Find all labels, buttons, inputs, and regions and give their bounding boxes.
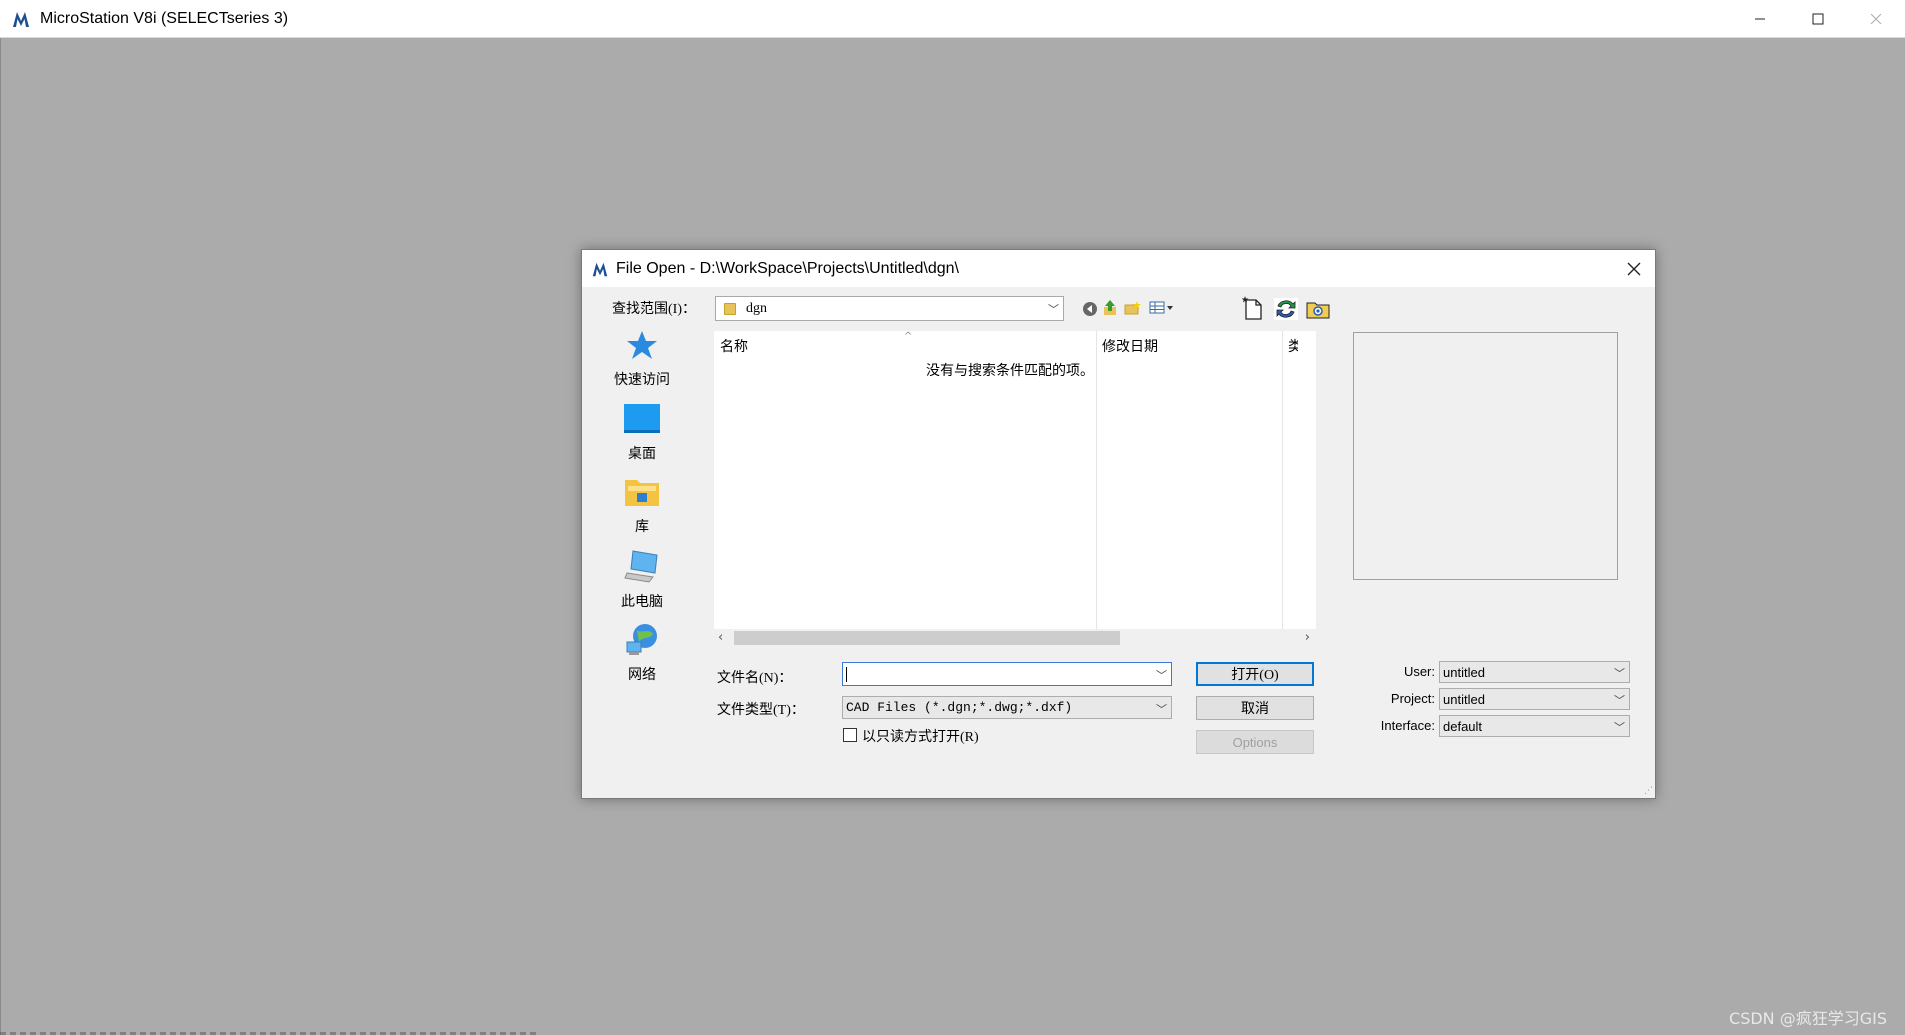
user-dropdown[interactable]: untitled ﹀ bbox=[1439, 661, 1630, 683]
back-arrow-icon bbox=[1083, 302, 1097, 316]
computer-icon bbox=[624, 550, 658, 583]
filetype-label: 文件类型(T)： bbox=[717, 703, 805, 718]
horizontal-scrollbar[interactable]: ‹ › bbox=[714, 629, 1316, 647]
column-header-type[interactable]: 类 bbox=[1288, 336, 1298, 356]
empty-list-message: 没有与搜索条件匹配的项。 bbox=[926, 363, 1094, 379]
project-dropdown[interactable]: untitled ﹀ bbox=[1439, 688, 1630, 710]
view-menu-button[interactable] bbox=[1149, 301, 1177, 315]
place-label: 库 bbox=[635, 519, 649, 535]
lookin-value: dgn bbox=[746, 300, 767, 316]
file-list[interactable]: ^ 名称 修改日期 类 没有与搜索条件匹配的项。 ‹ › bbox=[714, 331, 1316, 647]
back-button[interactable] bbox=[1082, 301, 1098, 317]
app-titlebar: MicroStation V8i (SELECTseries 3) bbox=[0, 0, 1905, 38]
new-file-icon bbox=[1242, 296, 1262, 320]
close-window-button[interactable] bbox=[1847, 0, 1905, 38]
column-header-name[interactable]: 名称 bbox=[720, 336, 748, 356]
dialog-title: File Open - D:\WorkSpace\Projects\Untitl… bbox=[616, 259, 959, 277]
readonly-checkbox[interactable] bbox=[843, 728, 857, 742]
close-icon bbox=[1627, 262, 1641, 275]
chevron-down-icon: ﹀ bbox=[1614, 668, 1625, 680]
place-network[interactable]: 网络 bbox=[592, 622, 692, 684]
open-button[interactable]: 打开(O) bbox=[1196, 662, 1314, 686]
place-this-pc[interactable]: 此电脑 bbox=[592, 549, 692, 611]
view-menu-icon bbox=[1149, 301, 1173, 314]
chevron-down-icon: ﹀ bbox=[1048, 303, 1059, 316]
filename-label: 文件名(N)： bbox=[717, 671, 793, 686]
chevron-down-icon: ﹀ bbox=[1156, 703, 1167, 716]
resize-grip-icon[interactable]: ⋰ bbox=[1644, 786, 1653, 796]
user-label: User: bbox=[1403, 664, 1435, 679]
app-title: MicroStation V8i (SELECTseries 3) bbox=[40, 9, 289, 27]
maximize-button[interactable] bbox=[1789, 0, 1847, 38]
project-value: untitled bbox=[1443, 691, 1485, 707]
filetype-value: CAD Files (*.dgn;*.dwg;*.dxf) bbox=[846, 700, 1073, 715]
close-icon bbox=[1870, 13, 1882, 25]
minimize-button[interactable] bbox=[1731, 0, 1789, 38]
place-desktop[interactable]: 桌面 bbox=[592, 403, 692, 463]
workspace-folder-icon bbox=[1306, 302, 1330, 319]
place-library[interactable]: 库 bbox=[592, 476, 692, 536]
cancel-button[interactable]: 取消 bbox=[1196, 696, 1314, 720]
new-folder-icon bbox=[1124, 301, 1141, 315]
library-folder-icon bbox=[625, 480, 659, 506]
scrollbar-thumb[interactable] bbox=[734, 631, 1120, 645]
preview-pane bbox=[1353, 332, 1618, 580]
filename-input[interactable]: ﹀ bbox=[842, 662, 1172, 686]
sort-caret-icon: ^ bbox=[904, 331, 913, 342]
up-folder-button[interactable] bbox=[1102, 299, 1118, 317]
interface-label: Interface: bbox=[1380, 718, 1435, 733]
interface-dropdown[interactable]: default ﹀ bbox=[1439, 715, 1630, 737]
column-separator[interactable] bbox=[1096, 331, 1097, 631]
chevron-down-icon: ﹀ bbox=[1614, 695, 1625, 707]
watermark: CSDN @疯狂学习GIS bbox=[1729, 1009, 1887, 1028]
up-folder-icon bbox=[1104, 300, 1116, 315]
chevron-left-icon[interactable]: ‹ bbox=[718, 630, 723, 645]
place-label: 桌面 bbox=[628, 446, 656, 462]
microstation-logo-icon bbox=[10, 8, 32, 30]
microstation-logo-icon bbox=[590, 259, 610, 279]
column-separator[interactable] bbox=[1282, 331, 1283, 631]
lookin-dropdown[interactable]: dgn ﹀ bbox=[715, 296, 1064, 321]
readonly-label[interactable]: 以只读方式打开(R) bbox=[862, 726, 979, 746]
folder-icon bbox=[724, 302, 736, 315]
project-label: Project: bbox=[1390, 691, 1435, 706]
place-quick-access[interactable]: 快速访问 bbox=[592, 329, 692, 389]
new-folder-button[interactable] bbox=[1124, 300, 1142, 316]
column-header-date[interactable]: 修改日期 bbox=[1102, 336, 1158, 356]
sync-icon bbox=[1274, 298, 1298, 320]
dialog-titlebar[interactable]: File Open - D:\WorkSpace\Projects\Untitl… bbox=[582, 250, 1655, 287]
lookin-label: 查找范围(I)： bbox=[612, 302, 696, 317]
interface-value: default bbox=[1443, 718, 1483, 734]
star-icon bbox=[627, 331, 657, 359]
new-file-button[interactable] bbox=[1242, 296, 1264, 320]
options-button[interactable]: Options bbox=[1196, 730, 1314, 754]
chevron-right-icon[interactable]: › bbox=[1305, 630, 1310, 645]
user-value: untitled bbox=[1443, 664, 1485, 680]
chevron-down-icon: ﹀ bbox=[1614, 722, 1625, 734]
window-controls bbox=[1731, 0, 1905, 38]
minimize-icon bbox=[1755, 18, 1765, 20]
place-label: 网络 bbox=[628, 667, 656, 683]
place-label: 此电脑 bbox=[621, 594, 663, 610]
workspace-folder-button[interactable] bbox=[1306, 299, 1330, 319]
places-bar: 快速访问 桌面 库 此电脑 网络 bbox=[592, 325, 692, 699]
chevron-down-icon[interactable]: ﹀ bbox=[1156, 667, 1167, 683]
filetype-dropdown[interactable]: CAD Files (*.dgn;*.dwg;*.dxf) ﹀ bbox=[842, 696, 1172, 719]
file-open-dialog: File Open - D:\WorkSpace\Projects\Untitl… bbox=[581, 249, 1656, 799]
text-caret bbox=[846, 667, 847, 682]
place-label: 快速访问 bbox=[614, 372, 670, 388]
desktop-icon bbox=[624, 404, 660, 433]
sync-button[interactable] bbox=[1274, 298, 1298, 320]
dialog-close-button[interactable] bbox=[1613, 250, 1655, 287]
maximize-icon bbox=[1812, 13, 1824, 25]
network-icon bbox=[626, 624, 657, 655]
